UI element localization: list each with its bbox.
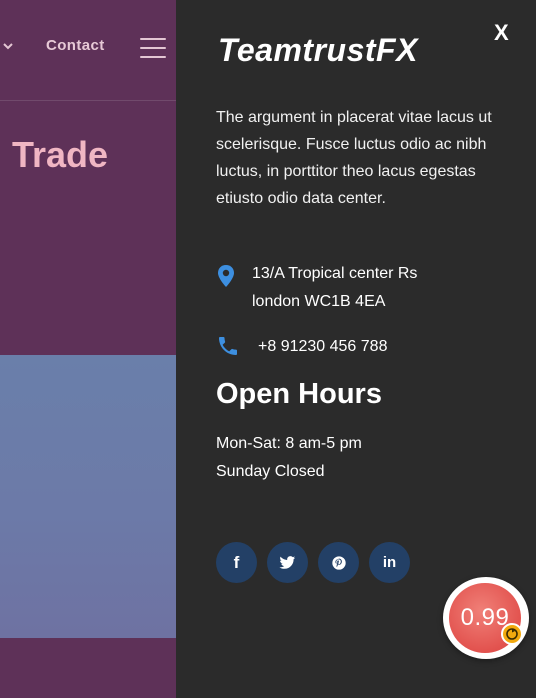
- hero-image: [0, 355, 176, 638]
- open-hours-list: Mon-Sat: 8 am-5 pm Sunday Closed: [216, 430, 362, 486]
- map-pin-icon: [216, 264, 236, 288]
- open-hours-heading: Open Hours: [216, 378, 382, 410]
- address-line-2: london WC1B 4EA: [252, 293, 386, 310]
- hamburger-menu-icon[interactable]: [140, 38, 166, 60]
- pinterest-button[interactable]: [318, 542, 359, 583]
- hours-sunday: Sunday Closed: [216, 463, 325, 480]
- phone-icon: [216, 334, 237, 358]
- site-header: Contact: [0, 0, 176, 101]
- brand-logo[interactable]: TeamtrustFX: [218, 32, 418, 69]
- linkedin-icon: in: [382, 554, 397, 571]
- facebook-button[interactable]: f: [216, 542, 257, 583]
- pinterest-icon: [331, 555, 347, 571]
- hours-weekdays: Mon-Sat: 8 am-5 pm: [216, 435, 362, 452]
- nav-contact-link[interactable]: Contact: [46, 37, 105, 54]
- social-links: f in: [216, 542, 420, 583]
- address-row: 13/A Tropical center Rs london WC1B 4EA: [216, 264, 417, 316]
- address-text: 13/A Tropical center Rs london WC1B 4EA: [252, 260, 417, 316]
- page: Contact l Trade X TeamtrustFX The argume…: [0, 0, 536, 698]
- close-button[interactable]: X: [494, 20, 509, 46]
- twitter-button[interactable]: [267, 542, 308, 583]
- chevron-down-icon[interactable]: [2, 38, 14, 54]
- facebook-icon: f: [233, 552, 240, 572]
- refresh-icon: [501, 623, 523, 645]
- about-text: The argument in placerat vitae lacus ut …: [216, 109, 492, 207]
- price-ticker-widget[interactable]: 0.99: [443, 577, 529, 659]
- linkedin-button[interactable]: in: [369, 542, 410, 583]
- hero-heading: l Trade: [0, 134, 109, 175]
- twitter-icon: [279, 555, 296, 570]
- phone-row: +8 91230 456 788: [216, 334, 387, 361]
- address-line-1: 13/A Tropical center Rs: [252, 265, 418, 282]
- phone-number[interactable]: +8 91230 456 788: [258, 333, 387, 361]
